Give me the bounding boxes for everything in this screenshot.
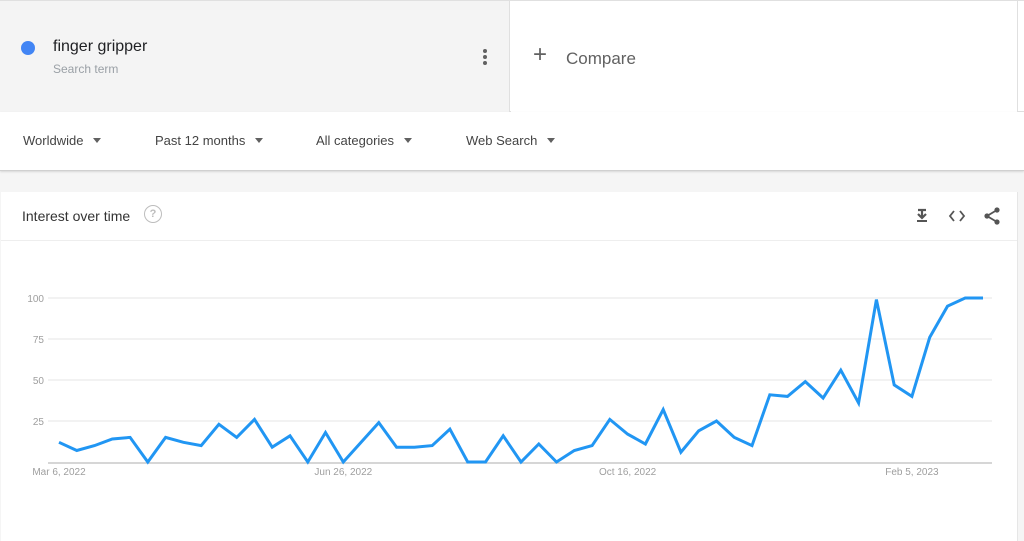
data-point[interactable]	[444, 423, 456, 435]
data-point[interactable]	[195, 440, 207, 452]
data-point[interactable]	[728, 431, 740, 443]
data-point[interactable]	[870, 294, 882, 306]
x-tick-label: Mar 6, 2022	[32, 467, 86, 478]
x-tick-label: Oct 16, 2022	[599, 467, 657, 478]
data-point[interactable]	[124, 431, 136, 443]
data-point[interactable]	[586, 440, 598, 452]
data-point[interactable]	[782, 390, 794, 402]
data-point[interactable]	[906, 390, 918, 402]
compare-button[interactable]: + Compare	[511, 1, 1018, 112]
data-point[interactable]	[835, 364, 847, 376]
data-point[interactable]	[710, 415, 722, 427]
data-point[interactable]	[266, 441, 278, 453]
data-point[interactable]	[693, 425, 705, 437]
data-point[interactable]	[106, 433, 118, 445]
caret-down-icon	[255, 138, 264, 143]
data-point[interactable]	[533, 438, 545, 450]
caret-down-icon	[547, 138, 556, 143]
data-point[interactable]	[746, 440, 758, 452]
filter-search-type[interactable]: Web Search	[466, 133, 556, 148]
data-point[interactable]	[248, 413, 260, 425]
filter-location[interactable]: Worldwide	[23, 133, 102, 148]
data-point[interactable]	[551, 456, 563, 468]
y-tick-label: 100	[27, 294, 44, 305]
data-point[interactable]	[604, 413, 616, 425]
compare-label: Compare	[566, 49, 636, 68]
data-point[interactable]	[89, 440, 101, 452]
data-point[interactable]	[959, 292, 971, 304]
more-vert-icon[interactable]	[478, 46, 492, 68]
interest-line-chart[interactable]: 25 50 75 100 Mar 6, 2022 Jun 26, 2022 Oct 16,…	[1, 192, 1018, 541]
data-point[interactable]	[391, 441, 403, 453]
caret-down-icon	[404, 138, 413, 143]
search-terms-bar: finger gripper Search term + Compare	[0, 0, 1024, 112]
x-tick-label: Jun 26, 2022	[314, 467, 372, 478]
data-point[interactable]	[231, 431, 243, 443]
data-point[interactable]	[160, 431, 172, 443]
data-point[interactable]	[639, 438, 651, 450]
data-point[interactable]	[426, 440, 438, 452]
filter-time-range[interactable]: Past 12 months	[155, 133, 264, 148]
data-point[interactable]	[373, 417, 385, 429]
data-point[interactable]	[888, 379, 900, 391]
data-point[interactable]	[622, 428, 634, 440]
data-point[interactable]	[568, 445, 580, 457]
filter-category-label: All categories	[316, 133, 395, 148]
data-point[interactable]	[515, 456, 527, 468]
data-point[interactable]	[462, 456, 474, 468]
term-color-dot	[21, 41, 35, 55]
x-tick-label: Feb 5, 2023	[885, 467, 939, 478]
data-point[interactable]	[799, 376, 811, 388]
data-point[interactable]	[213, 418, 225, 430]
data-point[interactable]	[177, 436, 189, 448]
caret-down-icon	[93, 138, 102, 143]
data-point[interactable]	[408, 441, 420, 453]
filter-time-range-label: Past 12 months	[155, 133, 246, 148]
data-point[interactable]	[977, 292, 989, 304]
data-point[interactable]	[355, 436, 367, 448]
data-point[interactable]	[657, 404, 669, 416]
data-point[interactable]	[53, 436, 65, 448]
filter-category[interactable]: All categories	[316, 133, 413, 148]
data-point[interactable]	[320, 426, 332, 438]
data-point[interactable]	[302, 456, 314, 468]
data-point[interactable]	[337, 456, 349, 468]
search-term-card[interactable]: finger gripper Search term	[0, 1, 510, 112]
data-point[interactable]	[924, 331, 936, 343]
filter-location-label: Worldwide	[23, 133, 84, 148]
filter-search-type-label: Web Search	[466, 133, 538, 148]
search-term-name[interactable]: finger gripper	[53, 38, 147, 56]
y-tick-label: 25	[33, 417, 45, 428]
data-point[interactable]	[853, 397, 865, 409]
data-point[interactable]	[142, 456, 154, 468]
data-point[interactable]	[497, 430, 509, 442]
plus-icon: +	[533, 41, 548, 68]
data-point[interactable]	[941, 300, 953, 312]
search-term-subtitle: Search term	[53, 62, 119, 76]
data-point[interactable]	[71, 445, 83, 457]
data-point[interactable]	[675, 446, 687, 458]
y-tick-label: 50	[33, 376, 45, 387]
y-tick-label: 75	[33, 335, 45, 346]
data-point[interactable]	[764, 389, 776, 401]
filter-bar: Worldwide Past 12 months All categories …	[0, 112, 1024, 171]
data-point[interactable]	[479, 456, 491, 468]
data-point[interactable]	[817, 392, 829, 404]
data-point[interactable]	[284, 430, 296, 442]
interest-over-time-card: Interest over time ? 25 50 75 100 Mar 6, 20…	[1, 192, 1018, 541]
